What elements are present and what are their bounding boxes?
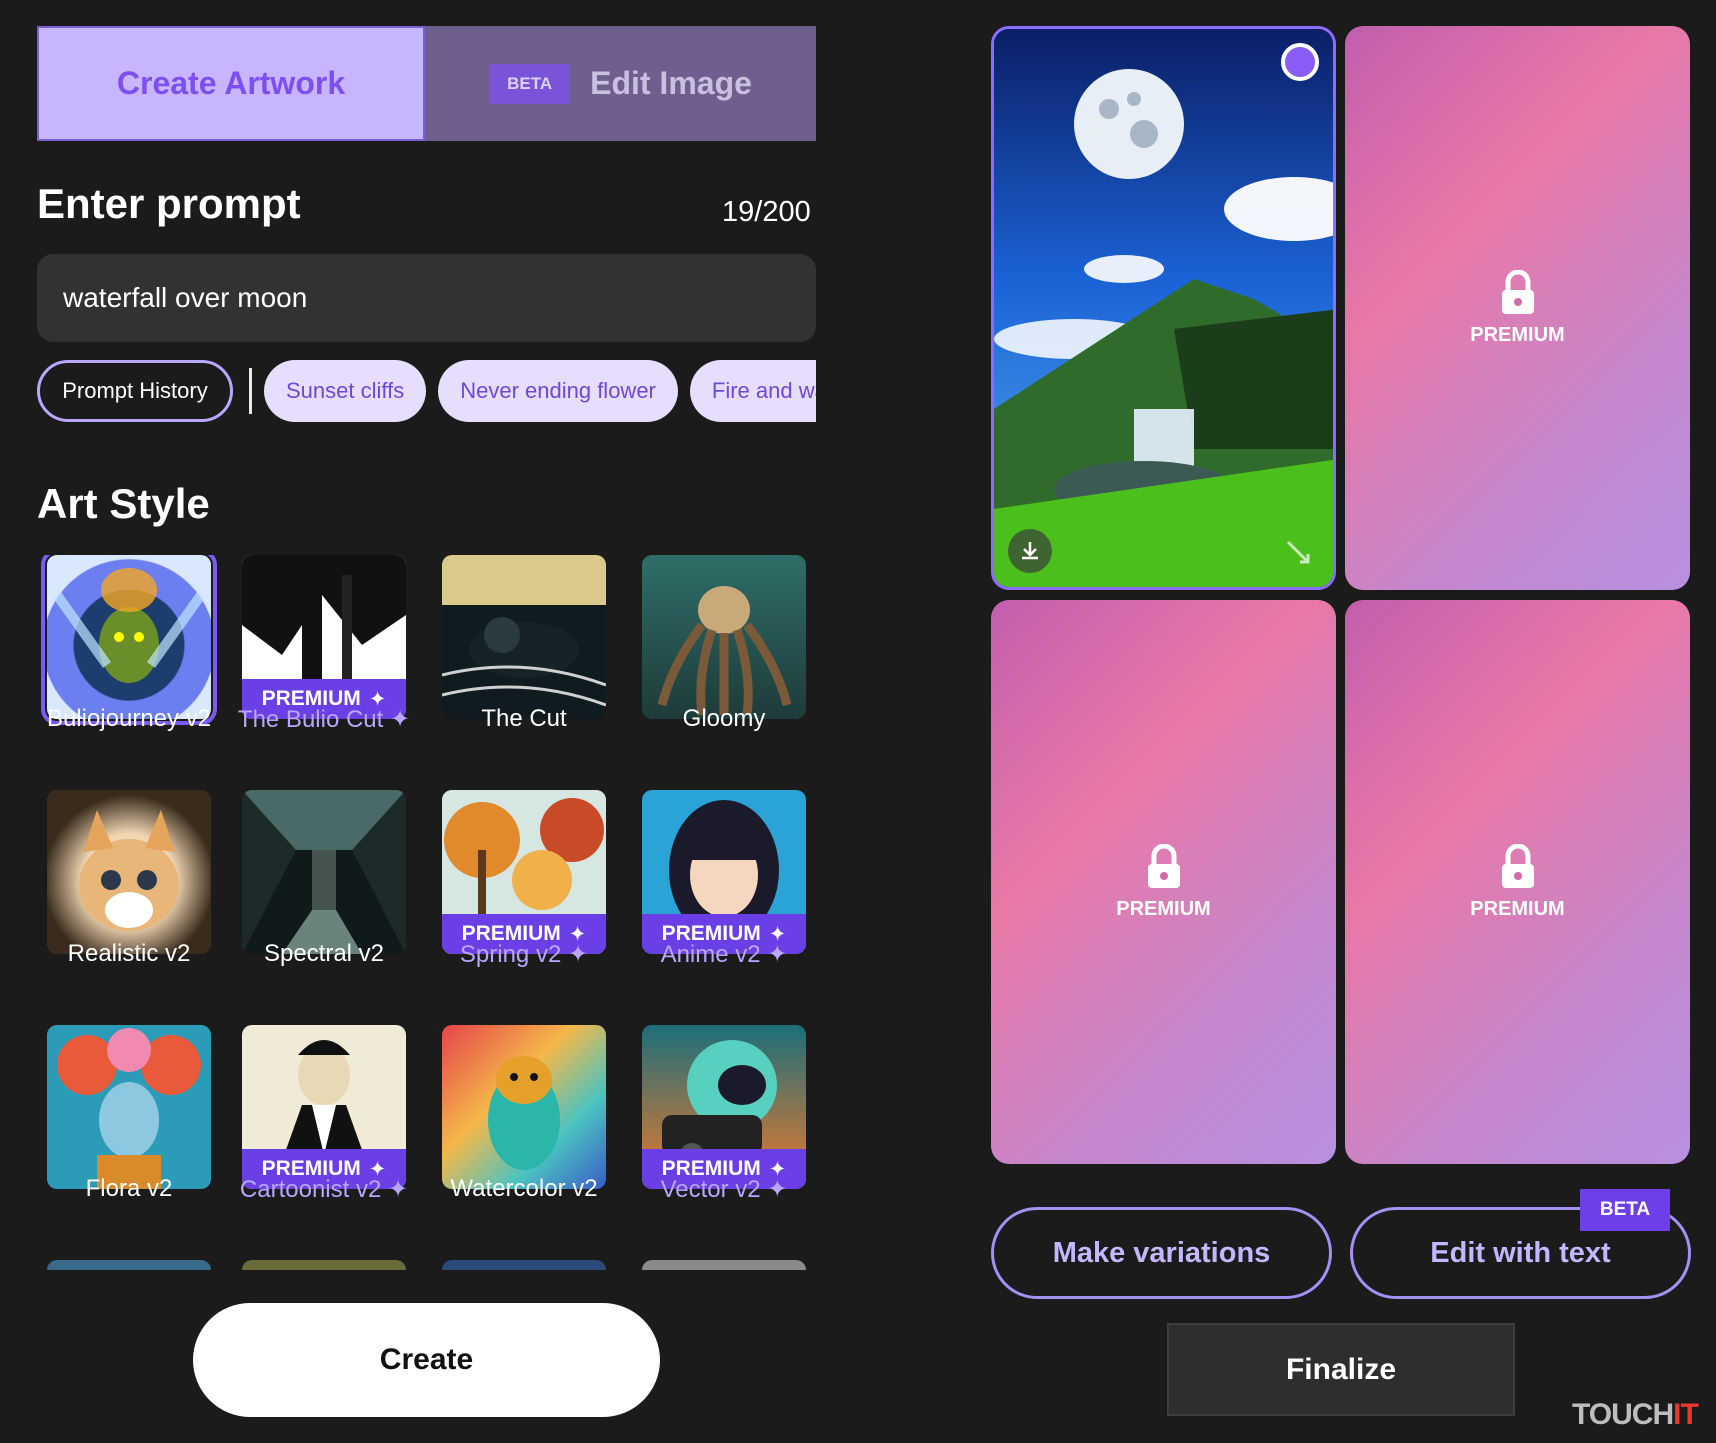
style-tile[interactable] [442, 1260, 606, 1270]
style-tile-the-cut[interactable] [442, 555, 606, 719]
tab-edit-image[interactable]: BETA Edit Image [425, 26, 816, 141]
generated-image [994, 29, 1333, 587]
finalize-button[interactable]: Finalize [1167, 1323, 1515, 1416]
tab-create-artwork[interactable]: Create Artwork [37, 26, 425, 141]
lock-icon [1501, 843, 1534, 888]
select-radio[interactable] [1281, 43, 1319, 81]
result-image-locked[interactable]: PREMIUM [1345, 600, 1690, 1164]
expand-icon[interactable] [1279, 533, 1317, 571]
style-tile-spring[interactable]: PREMIUM ✦ [442, 790, 606, 954]
prompt-chips: Prompt History Sunset cliffs Never endin… [37, 360, 816, 426]
style-tile-gloomy[interactable] [642, 555, 806, 719]
chip-divider [249, 368, 252, 414]
beta-badge: BETA [1580, 1189, 1670, 1231]
style-tile-the-bulio-cut[interactable]: PREMIUM ✦ [242, 555, 406, 719]
style-tile-anime[interactable]: PREMIUM ✦ [642, 790, 806, 954]
style-tile-realistic[interactable] [47, 790, 211, 954]
watermark-logo: TOUCHIT [1572, 1398, 1699, 1431]
style-thumbnail [79, 810, 179, 931]
style-label: The Bulio Cut ✦ [237, 706, 411, 733]
style-tile[interactable] [642, 1260, 806, 1270]
result-image-locked[interactable]: PREMIUM [991, 600, 1336, 1164]
art-style-heading: Art Style [37, 480, 210, 527]
style-tile-cartoonist[interactable]: PREMIUM ✦ [242, 1025, 406, 1189]
style-tile[interactable] [47, 1260, 211, 1270]
style-thumbnail [242, 790, 406, 954]
style-label: Vector v2 ✦ [660, 1176, 788, 1203]
premium-label: PREMIUM [1470, 323, 1565, 346]
suggestion-chip[interactable]: Never ending flower [438, 360, 678, 422]
style-label: Buliojourney v2 [46, 705, 212, 732]
premium-label: PREMIUM [1116, 897, 1211, 920]
suggestion-chip[interactable]: Sunset cliffs [264, 360, 427, 422]
style-label: Cartoonist v2 ✦ [239, 1176, 409, 1203]
tab-edit-image-label: Edit Image [590, 65, 752, 101]
style-thumbnail [57, 1028, 201, 1189]
style-tile-spectral[interactable] [242, 790, 406, 954]
suggestion-chip[interactable]: Fire and wa [689, 360, 816, 422]
style-label: Spectral v2 [263, 940, 385, 967]
style-tile-buliojourney[interactable] [41, 555, 217, 725]
style-label: Realistic v2 [67, 940, 191, 967]
make-variations-button[interactable]: Make variations [991, 1207, 1332, 1299]
style-tile-vector[interactable]: PREMIUM ✦ [642, 1025, 806, 1189]
result-image-locked[interactable]: PREMIUM [1345, 26, 1690, 590]
style-thumbnail [52, 568, 206, 683]
lock-icon [1147, 843, 1180, 888]
premium-label: PREMIUM [1470, 897, 1565, 920]
style-label: Flora v2 [85, 1175, 173, 1202]
character-counter: 19/200 [722, 196, 811, 228]
style-label: The Cut [481, 705, 567, 732]
lock-icon [1501, 269, 1534, 314]
style-label: Anime v2 ✦ [660, 941, 788, 968]
create-button[interactable]: Create [193, 1303, 660, 1417]
download-icon[interactable] [1008, 529, 1052, 573]
prompt-input[interactable]: waterfall over moon [37, 254, 816, 342]
style-tile[interactable] [242, 1260, 406, 1270]
style-tile-flora[interactable] [47, 1025, 211, 1189]
style-label: Watercolor v2 [450, 1175, 598, 1202]
prompt-history-button[interactable]: Prompt History [37, 360, 233, 422]
art-style-grid: Buliojourney v2 PREMIUM ✦ The Bulio Cut ✦… [37, 555, 817, 1270]
style-label: Gloomy [682, 705, 766, 732]
style-label: Spring v2 ✦ [459, 941, 589, 968]
result-image-1[interactable] [991, 26, 1336, 590]
style-thumbnail [488, 1056, 560, 1170]
style-thumbnail [442, 555, 606, 707]
prompt-heading: Enter prompt [37, 180, 301, 227]
style-thumbnail [657, 586, 792, 716]
style-tile-watercolor[interactable] [442, 1025, 606, 1189]
beta-badge: BETA [489, 63, 571, 104]
